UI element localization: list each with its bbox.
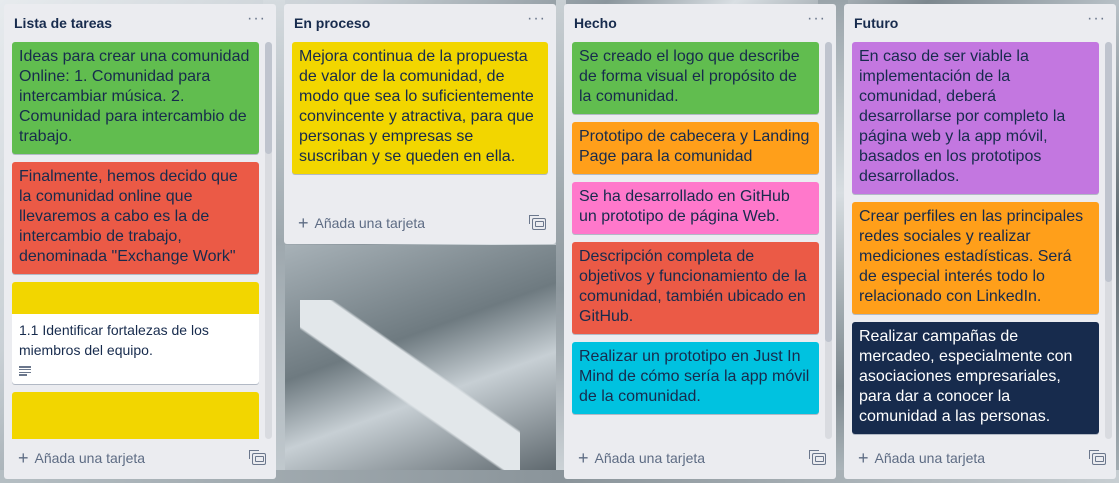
card-template-icon[interactable] — [809, 450, 826, 465]
list-title[interactable]: En proceso — [292, 13, 370, 31]
add-card-label: Añada una tarjeta — [594, 450, 706, 466]
list-futuro: Futuro ··· En caso de ser viable la impl… — [844, 4, 1116, 479]
add-card-label: Añada una tarjeta — [874, 450, 986, 466]
list-header[interactable]: Lista de tareas ··· — [4, 4, 276, 38]
card-title: 1.1 Identificar fortalezas de los miembr… — [19, 322, 209, 358]
card[interactable]: En caso de ser viable la implementación … — [852, 42, 1099, 194]
cards-container: Ideas para crear una comunidad Online: 1… — [4, 38, 276, 439]
scrollbar-thumb[interactable] — [265, 42, 272, 154]
card[interactable]: Realizar campañas de mercadeo, especialm… — [852, 322, 1099, 434]
card[interactable]: Crear perfiles en las principales redes … — [852, 202, 1099, 314]
scrollbar[interactable] — [825, 42, 832, 439]
list-footer: + Añada una tarjeta — [4, 439, 276, 479]
cards-container: Se creado el logo que describe de forma … — [564, 38, 836, 439]
background-photo-shape — [300, 300, 520, 480]
list-header[interactable]: En proceso ··· — [284, 4, 556, 38]
card[interactable]: Descripción completa de objetivos y func… — [572, 242, 819, 334]
scrollbar-thumb[interactable] — [1105, 42, 1112, 282]
list-title[interactable]: Hecho — [572, 13, 617, 31]
card-template-icon[interactable] — [529, 215, 546, 230]
card[interactable]: 1.1 Identificar fortalezas de los miembr… — [12, 282, 259, 384]
add-card-button[interactable]: + Añada una tarjeta — [14, 447, 149, 469]
plus-icon: + — [298, 213, 309, 233]
add-card-label: Añada una tarjeta — [34, 450, 146, 466]
scrollbar[interactable] — [265, 42, 272, 439]
add-card-button[interactable]: + Añada una tarjeta — [294, 212, 429, 234]
list-footer: + Añada una tarjeta — [844, 439, 1116, 479]
list-en-proceso: En proceso ··· Mejora continua de la pro… — [284, 4, 556, 244]
scrollbar-thumb[interactable] — [825, 42, 832, 342]
list-title[interactable]: Futuro — [852, 13, 898, 31]
card-template-icon[interactable] — [1089, 450, 1106, 465]
background-photo-shape — [280, 245, 570, 483]
card[interactable]: Realizar un prototipo en Just In Mind de… — [572, 342, 819, 414]
description-icon — [19, 366, 31, 376]
list-header[interactable]: Hecho ··· — [564, 4, 836, 38]
card[interactable] — [12, 392, 259, 439]
card[interactable]: Se ha desarrollado en GitHub un prototip… — [572, 182, 819, 234]
cards-container: Mejora continua de la propuesta de valor… — [284, 38, 556, 204]
list-menu-icon[interactable]: ··· — [807, 11, 826, 27]
plus-icon: + — [578, 448, 589, 468]
list-menu-icon[interactable]: ··· — [1087, 11, 1106, 27]
plus-icon: + — [858, 448, 869, 468]
card-template-icon[interactable] — [249, 450, 266, 465]
card[interactable]: Ideas para crear una comunidad Online: 1… — [12, 42, 259, 154]
card[interactable]: Se creado el logo que describe de forma … — [572, 42, 819, 114]
list-title[interactable]: Lista de tareas — [12, 13, 112, 31]
cards-container: En caso de ser viable la implementación … — [844, 38, 1116, 439]
add-card-button[interactable]: + Añada una tarjeta — [574, 447, 709, 469]
plus-icon: + — [18, 448, 29, 468]
list-footer: + Añada una tarjeta — [284, 204, 556, 244]
card-cover — [12, 282, 259, 314]
list-header[interactable]: Futuro ··· — [844, 4, 1116, 38]
card[interactable]: Finalmente, hemos decido que la comunida… — [12, 162, 259, 274]
scrollbar[interactable] — [1105, 42, 1112, 439]
add-card-button[interactable]: + Añada una tarjeta — [854, 447, 989, 469]
card[interactable]: Mejora continua de la propuesta de valor… — [292, 42, 548, 174]
list-footer: + Añada una tarjeta — [564, 439, 836, 479]
card[interactable]: Prototipo de cabecera y Landing Page par… — [572, 122, 819, 174]
add-card-label: Añada una tarjeta — [314, 215, 426, 231]
list-menu-icon[interactable]: ··· — [247, 11, 266, 27]
list-hecho: Hecho ··· Se creado el logo que describe… — [564, 4, 836, 479]
card-body: 1.1 Identificar fortalezas de los miembr… — [12, 314, 259, 384]
list-lista-de-tareas: Lista de tareas ··· Ideas para crear una… — [4, 4, 276, 479]
list-menu-icon[interactable]: ··· — [527, 11, 546, 27]
